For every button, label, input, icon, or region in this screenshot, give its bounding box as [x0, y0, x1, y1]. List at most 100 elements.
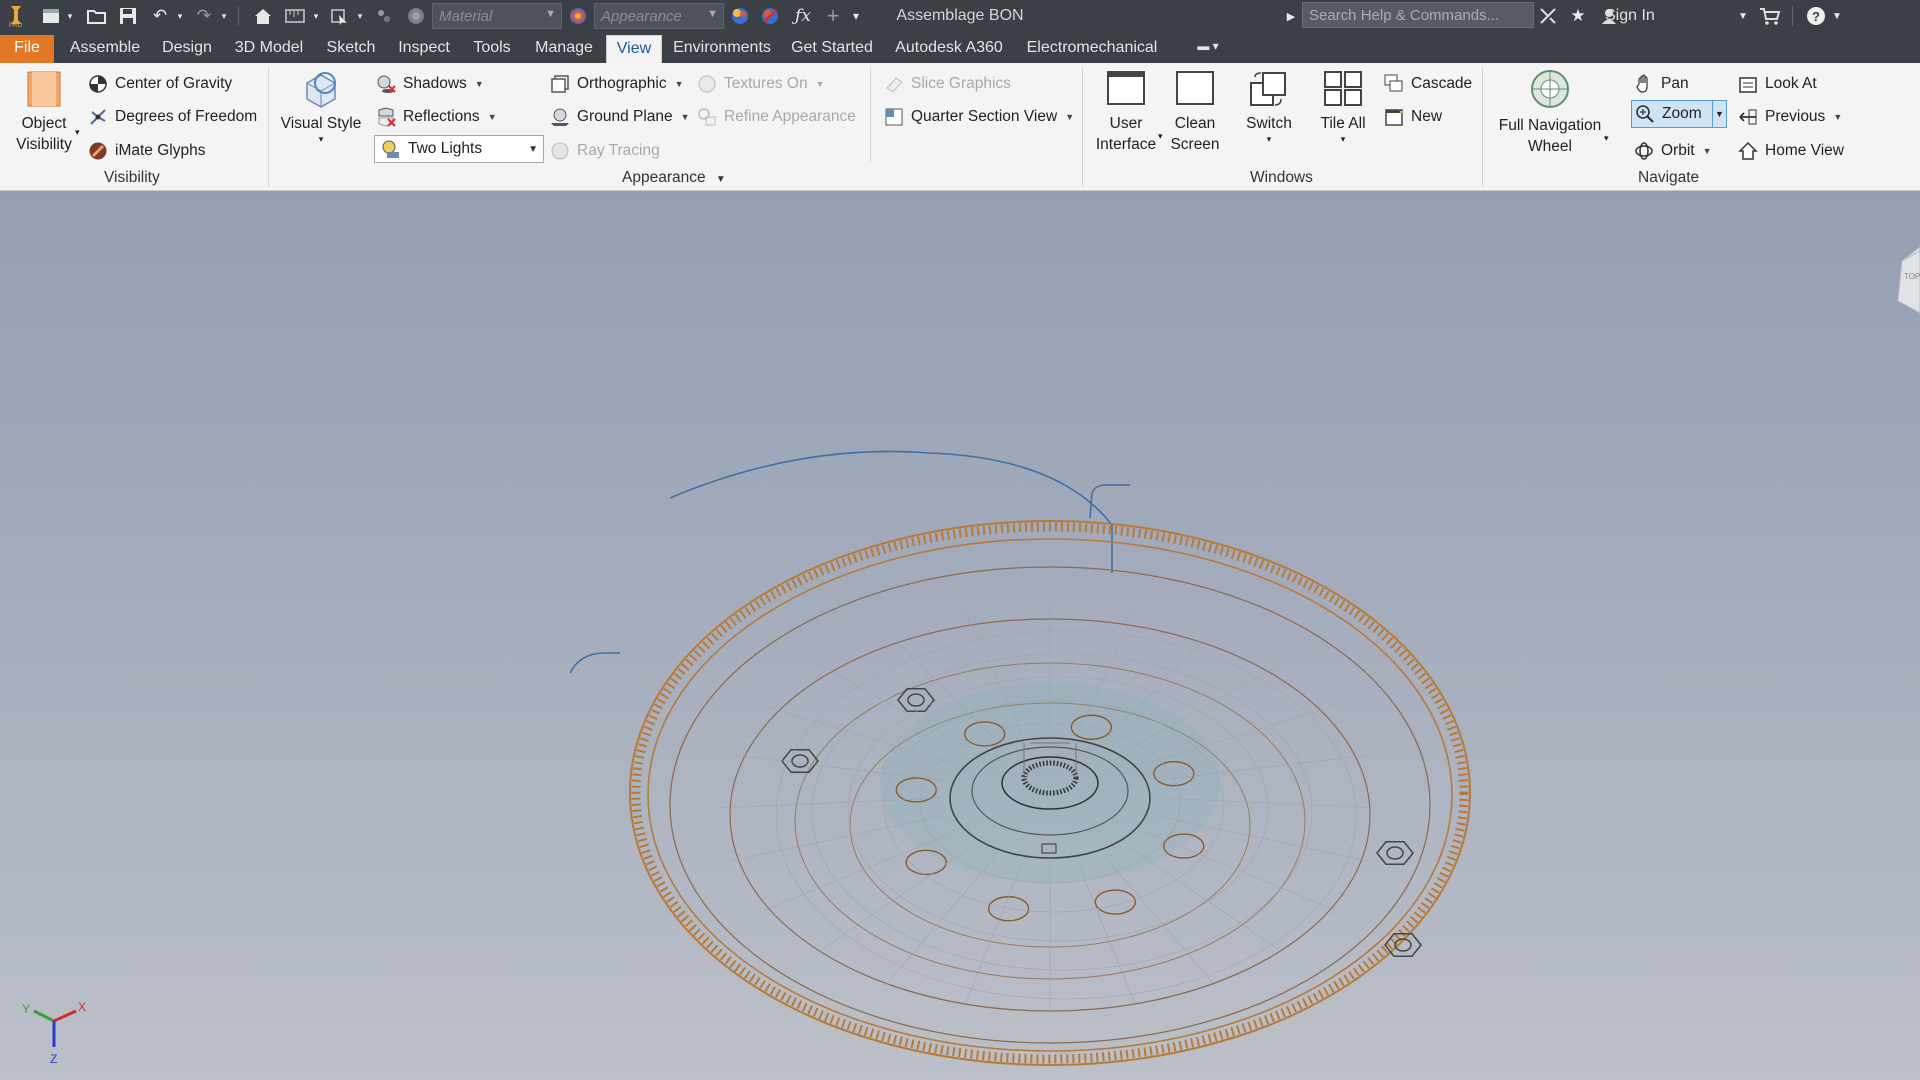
tab-autodesk-a360[interactable]: Autodesk A360	[888, 35, 1010, 63]
color-icon[interactable]	[372, 4, 396, 28]
object-visibility-button[interactable]: Object Visibility	[8, 69, 80, 155]
reflections-button[interactable]: Reflections ▼	[376, 102, 497, 132]
zoom-dropdown-icon[interactable]: ▼	[1712, 101, 1726, 127]
shadows-button[interactable]: Shadows ▼	[376, 69, 484, 99]
shadows-dropdown-icon[interactable]: ▼	[475, 79, 484, 89]
home-view-button[interactable]: Home View	[1738, 136, 1844, 166]
new-window-icon	[1385, 107, 1404, 126]
ground-plane-icon	[551, 108, 569, 126]
sign-in-link[interactable]: Sign In	[1605, 7, 1655, 25]
pan-button[interactable]: Pan	[1634, 69, 1689, 99]
tab-view[interactable]: View	[606, 35, 662, 63]
full-navigation-wheel-dropdown-icon[interactable]: ▾	[1604, 133, 1609, 144]
undo-icon[interactable]: ↶	[148, 4, 172, 28]
measure-dropdown-icon[interactable]: ▾	[310, 4, 322, 28]
orthographic-button[interactable]: Orthographic ▼	[550, 69, 684, 99]
imate-glyphs-button[interactable]: iMate Glyphs	[88, 136, 205, 166]
cascade-button[interactable]: Cascade	[1384, 69, 1472, 99]
material-combo[interactable]: Material ▼	[432, 3, 562, 29]
appearance-combo[interactable]: Appearance ▼	[594, 3, 724, 29]
help-dropdown-icon[interactable]: ▼	[1830, 4, 1844, 28]
chevron-right-icon[interactable]: ▶	[1284, 4, 1298, 28]
zoom-button[interactable]: Zoom ▼	[1631, 100, 1727, 128]
fx-icon[interactable]: ƒx	[792, 4, 814, 28]
graphics-viewport[interactable]: Y X Z TOP	[0, 191, 1920, 1080]
help-icon[interactable]: ?	[1804, 4, 1828, 28]
user-interface-button[interactable]: User Interface	[1090, 69, 1162, 155]
orbit-button[interactable]: Orbit ▼	[1634, 136, 1712, 166]
viewcube[interactable]: TOP	[1892, 241, 1920, 321]
new-dropdown-icon[interactable]: ▾	[64, 4, 76, 28]
wireframe-edge	[1127, 845, 1284, 954]
new-window-button[interactable]: New	[1384, 102, 1442, 132]
home-icon[interactable]	[250, 4, 276, 28]
save-icon[interactable]	[116, 4, 140, 28]
previous-view-button[interactable]: Previous ▼	[1738, 102, 1842, 132]
switch-button[interactable]: Switch ▾	[1236, 69, 1302, 144]
measure-icon[interactable]	[282, 4, 308, 28]
full-navigation-wheel-button[interactable]: Full Navigation Wheel	[1494, 69, 1606, 157]
tab-manage[interactable]: Manage	[528, 35, 600, 63]
orthographic-dropdown-icon[interactable]: ▼	[675, 79, 684, 89]
quarter-section-view-button[interactable]: Quarter Section View ▼	[884, 102, 1074, 132]
tile-all-button[interactable]: Tile All ▾	[1308, 69, 1378, 144]
textures-dropdown-icon[interactable]: ▼	[816, 79, 825, 89]
search-input[interactable]: Search Help & Commands...	[1302, 2, 1534, 28]
appearance-icon[interactable]	[566, 4, 590, 28]
tab-inspect[interactable]: Inspect	[392, 35, 456, 63]
panel-label-appearance[interactable]: Appearance ▼	[622, 169, 726, 187]
ground-plane-dropdown-icon[interactable]: ▼	[681, 112, 690, 122]
redo-dropdown-icon[interactable]: ▾	[218, 4, 230, 28]
tab-get-started[interactable]: Get Started	[786, 35, 878, 63]
adjust-appearance-icon[interactable]	[728, 4, 752, 28]
tab-environments[interactable]: Environments	[668, 35, 776, 63]
center-of-gravity-button[interactable]: Center of Gravity	[88, 69, 232, 99]
textures-on-button[interactable]: Textures On ▼	[697, 69, 824, 99]
flywheel-wireframe-model[interactable]	[0, 191, 1920, 1080]
cart-icon[interactable]	[1758, 4, 1782, 28]
redo-icon[interactable]: ↷	[192, 4, 216, 28]
switch-dropdown-icon[interactable]: ▾	[1236, 134, 1302, 144]
star-icon[interactable]: ★	[1566, 4, 1590, 28]
tab-design[interactable]: Design	[154, 35, 220, 63]
reflections-dropdown-icon[interactable]: ▼	[488, 112, 497, 122]
document-title: Assemblage BON	[896, 7, 1024, 24]
object-visibility-dropdown-icon[interactable]: ▾	[75, 127, 80, 138]
tab-electromechanical[interactable]: Electromechanical	[1018, 35, 1166, 63]
quarter-section-dropdown-icon[interactable]: ▼	[1065, 112, 1074, 122]
ribbon-display-toggle-icon[interactable]: ▬ ▾	[1190, 35, 1226, 63]
clear-override-icon[interactable]	[758, 4, 782, 28]
clean-screen-button[interactable]: Clean Screen	[1166, 69, 1224, 155]
tab-sketch[interactable]: Sketch	[318, 35, 384, 63]
quarter-section-view-label: Quarter Section View	[911, 108, 1058, 125]
undo-dropdown-icon[interactable]: ▾	[174, 4, 186, 28]
select-dropdown-icon[interactable]: ▾	[354, 4, 366, 28]
textures-on-label: Textures On	[724, 75, 808, 92]
orbit-dropdown-icon[interactable]: ▼	[1703, 146, 1712, 156]
lighting-style-select[interactable]: Two Lights ▼	[374, 135, 544, 163]
model-outline	[1089, 484, 1130, 519]
slice-graphics-button[interactable]: Slice Graphics	[884, 69, 1011, 99]
material-icon[interactable]	[404, 4, 428, 28]
select-icon[interactable]	[326, 4, 352, 28]
tile-all-dropdown-icon[interactable]: ▾	[1308, 134, 1378, 144]
wireframe-edge	[964, 863, 1022, 1007]
visual-style-dropdown-icon[interactable]: ▾	[278, 134, 364, 144]
app-logo-icon[interactable]: PRO	[4, 4, 28, 28]
previous-view-dropdown-icon[interactable]: ▼	[1833, 112, 1842, 122]
tab-file[interactable]: File	[0, 35, 54, 63]
tab-assemble[interactable]: Assemble	[64, 35, 146, 63]
user-interface-dropdown-icon[interactable]: ▾	[1158, 131, 1163, 142]
visual-style-button[interactable]: Visual Style ▾	[278, 69, 364, 144]
tab-3d-model[interactable]: 3D Model	[228, 35, 310, 63]
tab-tools[interactable]: Tools	[464, 35, 520, 63]
refine-appearance-button[interactable]: Refine Appearance	[697, 102, 856, 132]
look-at-button[interactable]: Look At	[1738, 69, 1817, 99]
degrees-of-freedom-button[interactable]: Degrees of Freedom	[88, 102, 257, 132]
open-icon[interactable]	[84, 4, 110, 28]
ray-tracing-button[interactable]: Ray Tracing	[550, 136, 660, 166]
new-icon[interactable]	[38, 4, 64, 28]
ground-plane-button[interactable]: Ground Plane ▼	[550, 102, 690, 132]
sign-in-dropdown-icon[interactable]: ▼	[1736, 4, 1750, 28]
exchange-icon[interactable]	[1536, 4, 1560, 28]
